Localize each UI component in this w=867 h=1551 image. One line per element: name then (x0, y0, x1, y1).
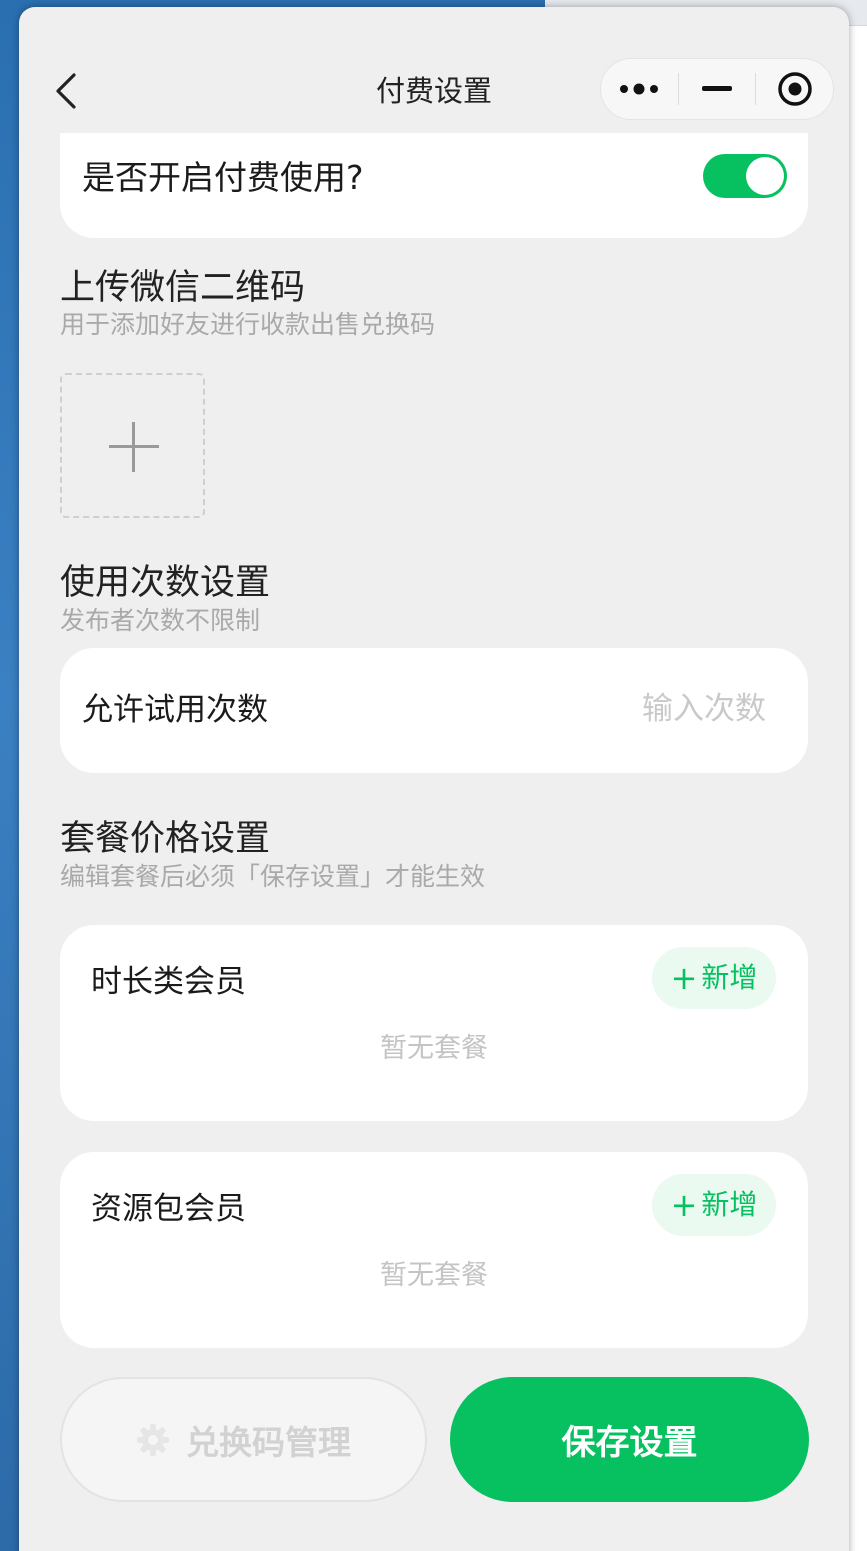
capsule-menu (600, 58, 834, 120)
plan-card-duration: 时长类会员 + 新增 暂无套餐 (60, 925, 808, 1121)
close-target-icon (777, 72, 812, 106)
more-dots-icon (620, 83, 659, 95)
plan-title: 时长类会员 (91, 964, 246, 1000)
add-plan-button[interactable]: + 新增 (652, 1174, 776, 1236)
minimize-icon (701, 86, 732, 91)
plan-card-resource: 资源包会员 + 新增 暂无套餐 (60, 1152, 808, 1348)
save-settings-button[interactable]: 保存设置 (450, 1377, 809, 1502)
usage-section-title: 使用次数设置 (60, 563, 271, 603)
add-plan-label: 新增 (701, 1188, 758, 1221)
empty-plan-text: 暂无套餐 (380, 1033, 488, 1064)
upload-section-subtitle: 用于添加好友进行收款出售兑换码 (60, 310, 436, 339)
mini-program-window: 付费设置 是否开启付费使用? 上传微信二维码 用于添加好友进行收款出售兑换码 使… (19, 7, 849, 1551)
trial-count-label: 允许试用次数 (82, 692, 268, 728)
paid-toggle-switch[interactable] (703, 154, 787, 198)
trial-count-card: 允许试用次数 (60, 648, 808, 773)
upload-section-title: 上传微信二维码 (60, 268, 306, 308)
switch-knob (746, 157, 784, 195)
more-button[interactable] (601, 58, 678, 120)
redeem-code-button[interactable]: 兑换码管理 (60, 1377, 427, 1502)
add-plan-button[interactable]: + 新增 (652, 947, 776, 1009)
minimize-button[interactable] (679, 58, 756, 120)
qr-upload-box[interactable] (60, 373, 205, 518)
empty-plan-text: 暂无套餐 (380, 1260, 488, 1291)
add-plan-label: 新增 (701, 961, 758, 994)
plan-title: 资源包会员 (91, 1191, 246, 1227)
pricing-section-title: 套餐价格设置 (60, 819, 271, 859)
close-button[interactable] (756, 58, 833, 120)
paid-toggle-label: 是否开启付费使用? (82, 158, 364, 197)
pricing-section-subtitle: 编辑套餐后必须「保存设置」才能生效 (60, 862, 486, 891)
plus-icon: + (670, 1186, 698, 1224)
gear-icon (137, 1423, 169, 1456)
save-settings-label: 保存设置 (561, 1423, 698, 1463)
usage-section-subtitle: 发布者次数不限制 (60, 606, 261, 635)
trial-count-input[interactable] (506, 684, 766, 734)
navigation-bar: 付费设置 (19, 7, 849, 133)
paid-toggle-card: 是否开启付费使用? (60, 133, 808, 238)
redeem-code-label: 兑换码管理 (186, 1422, 351, 1462)
plus-icon: + (670, 959, 698, 997)
